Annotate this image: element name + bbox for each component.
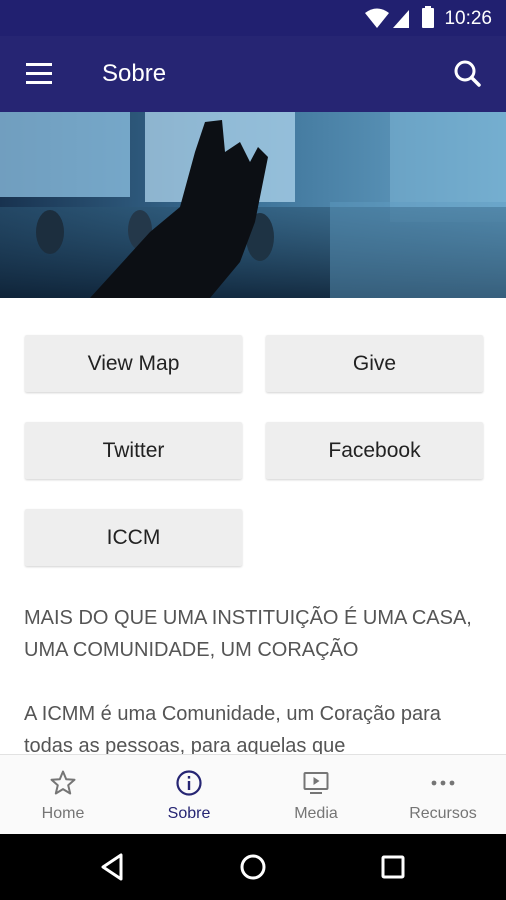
hamburger-menu-icon: [26, 63, 52, 84]
signal-icon: [393, 10, 409, 28]
nav-item-home[interactable]: Home: [0, 755, 126, 835]
more-icon: [431, 780, 455, 786]
app-bar: Sobre: [0, 36, 506, 112]
nav-label-recursos: Recursos: [409, 805, 477, 822]
nav-item-recursos[interactable]: Recursos: [380, 755, 506, 835]
twitter-button[interactable]: Twitter: [25, 422, 242, 479]
media-icon: [303, 772, 329, 794]
wifi-icon: [365, 8, 389, 28]
nav-label-media: Media: [294, 805, 338, 822]
menu-button[interactable]: [20, 58, 60, 90]
give-button[interactable]: Give: [266, 335, 483, 392]
status-bar: 10:26: [0, 0, 506, 36]
search-icon: [454, 60, 481, 87]
view-map-button[interactable]: View Map: [25, 335, 242, 392]
iccm-button[interactable]: ICCM: [25, 509, 242, 566]
description-heading: MAIS DO QUE UMA INSTITUIÇÃO É UMA CASA, …: [24, 607, 472, 661]
back-icon[interactable]: [93, 847, 133, 887]
nav-item-sobre[interactable]: Sobre: [126, 755, 252, 835]
star-icon: [50, 770, 76, 795]
battery-icon: [422, 6, 434, 28]
facebook-button[interactable]: Facebook: [266, 422, 483, 479]
system-navigation-bar: [0, 834, 506, 900]
content-area: View Map Give Twitter Facebook ICCM MAIS…: [0, 298, 506, 754]
bottom-navigation: Home Sobre Media Recursos: [0, 754, 506, 834]
home-icon[interactable]: [233, 847, 273, 887]
info-icon: [176, 770, 202, 796]
recents-icon[interactable]: [373, 847, 413, 887]
hero-image: [0, 112, 506, 298]
status-time: 10:26: [444, 8, 492, 29]
description-paragraph: A ICMM é uma Comunidade, um Coração para…: [24, 703, 441, 754]
search-button[interactable]: [448, 56, 488, 92]
nav-label-home: Home: [41, 805, 85, 822]
nav-item-media[interactable]: Media: [253, 755, 379, 835]
page-title: Sobre: [102, 60, 167, 87]
nav-label-sobre: Sobre: [167, 805, 211, 822]
